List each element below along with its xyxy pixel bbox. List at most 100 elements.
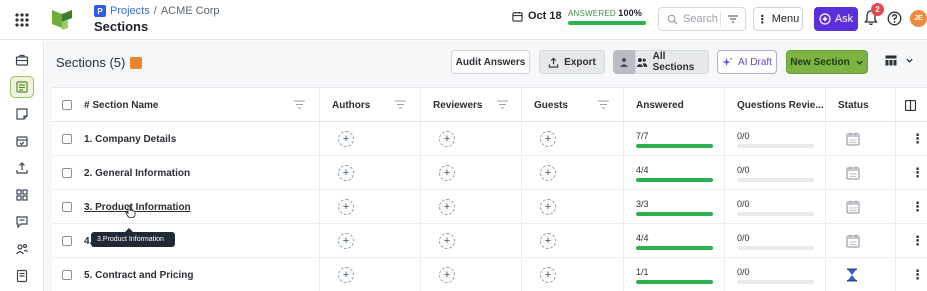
reviewed-count: 0/0 xyxy=(737,267,750,277)
hourglass-icon[interactable] xyxy=(846,268,858,287)
chevron-down-icon xyxy=(856,60,863,65)
vertical-dots-icon: ⋮ xyxy=(756,13,768,26)
row-actions-icon[interactable]: ⋮ xyxy=(911,267,924,283)
view-options-button[interactable] xyxy=(885,55,914,66)
answered-progress-fill xyxy=(636,144,713,148)
search-box[interactable]: Search xyxy=(658,7,746,31)
add-guest-button[interactable]: + xyxy=(540,267,556,283)
calendar-icon[interactable] xyxy=(846,132,860,151)
calendar-check-icon[interactable] xyxy=(10,130,34,152)
menu-button[interactable]: ⋮ Menu xyxy=(753,7,803,31)
table-row[interactable]: 4. + + +4/4 0/0 ⋮ xyxy=(52,224,927,258)
answered-progress-fill xyxy=(636,280,713,284)
ask-button[interactable]: Ask xyxy=(814,7,858,31)
column-header-questions-reviewed[interactable]: Questions Revie... xyxy=(737,88,824,122)
upload-icon[interactable] xyxy=(10,157,34,179)
due-date[interactable]: Oct 18 xyxy=(512,10,562,22)
add-guest-button[interactable]: + xyxy=(540,233,556,249)
row-actions-icon[interactable]: ⋮ xyxy=(911,131,924,147)
section-name[interactable]: 5. Contract and Pricing xyxy=(84,270,193,281)
search-divider xyxy=(720,11,721,27)
chat-icon[interactable] xyxy=(10,211,34,233)
audit-answers-button[interactable]: Audit Answers xyxy=(451,50,530,74)
row-checkbox[interactable] xyxy=(62,270,72,280)
hand-cursor-icon xyxy=(125,205,136,218)
add-reviewer-button[interactable]: + xyxy=(439,199,455,215)
briefcase-icon[interactable] xyxy=(10,49,34,71)
table-row[interactable]: 3. Product Information + + +3/3 0/0 ⋮ xyxy=(52,190,927,224)
add-author-button[interactable]: + xyxy=(338,199,354,215)
calendar-icon[interactable] xyxy=(846,166,860,185)
section-name[interactable]: 1. Company Details xyxy=(84,134,176,145)
sort-icon[interactable] xyxy=(598,100,609,109)
export-label: Export xyxy=(564,56,596,68)
row-actions-icon[interactable]: ⋮ xyxy=(911,199,924,215)
grid-icon[interactable] xyxy=(10,184,34,206)
add-reviewer-button[interactable]: + xyxy=(439,233,455,249)
notes-icon[interactable] xyxy=(10,103,34,125)
answered-bar xyxy=(568,21,646,25)
table-row[interactable]: 1. Company Details + + +7/7 0/0 ⋮ xyxy=(52,122,927,156)
column-header-guests[interactable]: Guests xyxy=(534,88,568,122)
add-author-button[interactable]: + xyxy=(338,267,354,283)
add-reviewer-button[interactable]: + xyxy=(439,131,455,147)
all-sections-toggle[interactable]: All Sections xyxy=(635,50,709,74)
row-checkbox[interactable] xyxy=(62,236,72,246)
sort-icon[interactable] xyxy=(395,100,406,109)
answered-progress-bar xyxy=(636,178,713,182)
ask-label: Ask xyxy=(834,13,854,25)
answered-label: ANSWERED xyxy=(568,9,616,18)
add-guest-button[interactable]: + xyxy=(540,165,556,181)
reviewed-progress-bar xyxy=(737,144,814,148)
columns-icon[interactable] xyxy=(905,100,916,111)
table-row[interactable]: 5. Contract and Pricing + + +1/1 0/0 ⋮ xyxy=(52,258,927,291)
app-launcher-icon[interactable] xyxy=(0,0,44,40)
help-icon[interactable] xyxy=(887,11,902,26)
ai-sparkle-icon xyxy=(819,13,831,25)
add-reviewer-button[interactable]: + xyxy=(439,267,455,283)
select-all-checkbox[interactable] xyxy=(62,100,72,110)
row-checkbox[interactable] xyxy=(62,202,72,212)
my-sections-toggle[interactable] xyxy=(613,50,635,74)
people-icon[interactable] xyxy=(10,238,34,260)
row-actions-icon[interactable]: ⋮ xyxy=(911,165,924,181)
all-sections-label: All Sections xyxy=(652,51,695,73)
row-actions-icon[interactable]: ⋮ xyxy=(911,233,924,249)
sections-toolbar: Sections (5) Audit Answers Export All Se… xyxy=(45,41,927,83)
answered-progress-fill xyxy=(636,178,713,182)
section-name[interactable]: 2. General Information xyxy=(84,168,190,179)
table-row[interactable]: 2. General Information + + +4/4 0/0 ⋮ xyxy=(52,156,927,190)
projects-icon: P xyxy=(94,5,106,17)
filter-icon[interactable] xyxy=(727,13,739,25)
export-button[interactable]: Export xyxy=(539,50,605,74)
breadcrumb-projects-link[interactable]: Projects xyxy=(110,5,150,17)
calendar-icon[interactable] xyxy=(846,234,860,253)
add-guest-button[interactable]: + xyxy=(540,199,556,215)
avatar[interactable]: JE xyxy=(910,10,927,27)
section-name[interactable]: 3. Product Information xyxy=(84,202,191,213)
brand-logo[interactable] xyxy=(48,6,76,34)
new-section-label: New Section xyxy=(790,56,850,68)
calendar-icon[interactable] xyxy=(846,200,860,219)
ai-draft-button[interactable]: AI Draft xyxy=(717,50,777,74)
column-header-reviewers[interactable]: Reviewers xyxy=(433,88,482,122)
library-icon[interactable] xyxy=(10,265,34,287)
answered-progress-bar xyxy=(636,144,713,148)
add-author-button[interactable]: + xyxy=(338,233,354,249)
sort-icon[interactable] xyxy=(497,100,508,109)
sort-icon[interactable] xyxy=(294,100,305,109)
chart-icon[interactable] xyxy=(130,56,143,69)
sections-icon[interactable] xyxy=(10,76,34,98)
row-checkbox[interactable] xyxy=(62,134,72,144)
new-section-button[interactable]: New Section xyxy=(786,50,868,74)
column-header-answered[interactable]: Answered xyxy=(636,88,684,122)
column-header-section-name[interactable]: # Section Name xyxy=(84,88,158,122)
column-header-status[interactable]: Status xyxy=(838,88,869,122)
column-header-authors[interactable]: Authors xyxy=(332,88,370,122)
add-reviewer-button[interactable]: + xyxy=(439,165,455,181)
row-checkbox[interactable] xyxy=(62,168,72,178)
add-guest-button[interactable]: + xyxy=(540,131,556,147)
add-author-button[interactable]: + xyxy=(338,131,354,147)
calendar-icon xyxy=(512,11,523,22)
add-author-button[interactable]: + xyxy=(338,165,354,181)
